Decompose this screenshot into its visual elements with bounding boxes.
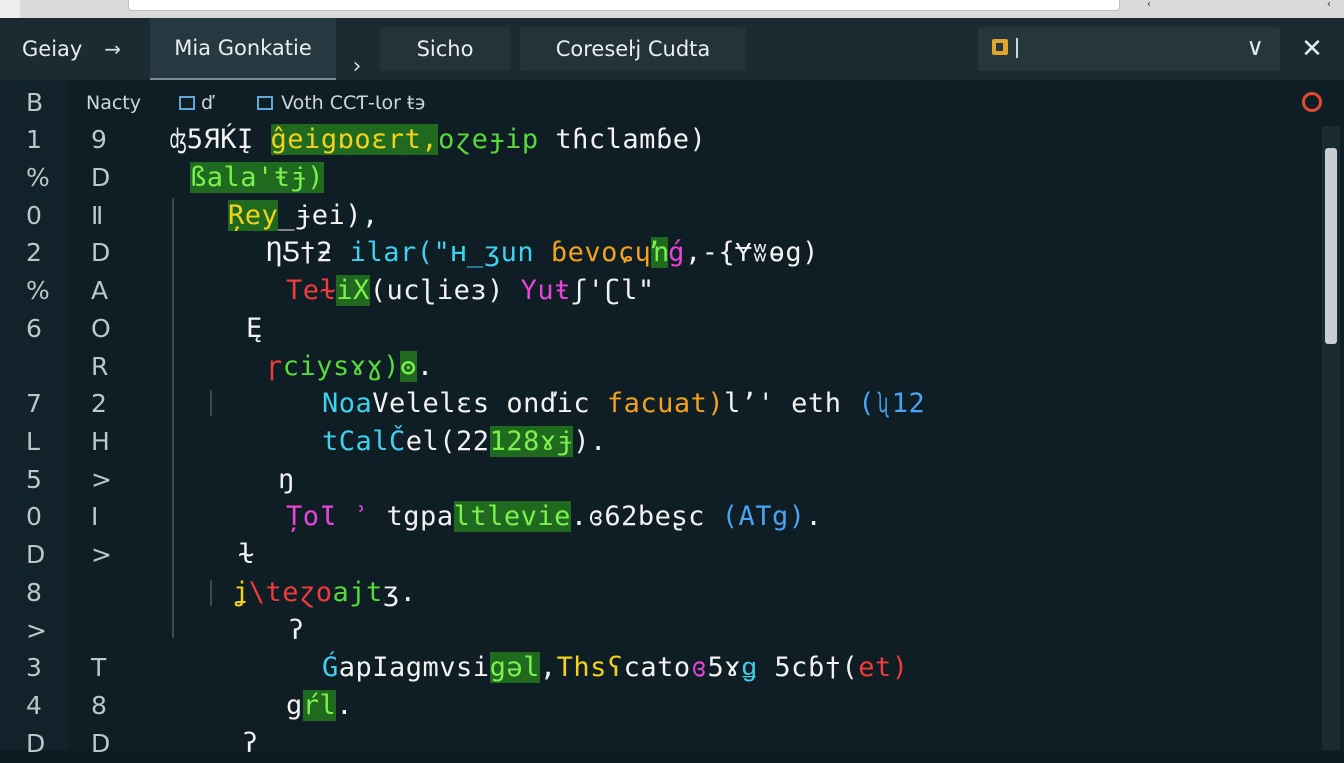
window-edge <box>0 0 20 18</box>
indent-guide <box>172 198 174 638</box>
record-icon[interactable] <box>1302 92 1322 112</box>
line-number: 0 <box>26 201 42 230</box>
code-line[interactable]: ȠƼ†ƻ ilar("ʜ_ʒun ɓevoɕɥŉǵ,-{Ɏʬɵg) <box>266 234 819 272</box>
line-number: 0 <box>26 502 42 531</box>
header-label-3: Voth CCƬ-Ɩor ŧ϶ <box>281 92 427 114</box>
header-label-2: ď <box>201 92 214 114</box>
code-line[interactable]: NoaVelelɛs onďic facuat)lʼ' eth (ʯ12 <box>322 385 925 423</box>
fold-marker[interactable]: 9 <box>91 121 107 159</box>
editor-header-row: Nacty ď Voth CCƬ-Ɩor ŧ϶ <box>86 86 426 120</box>
line-number: > <box>26 616 47 645</box>
window-icon[interactable] <box>257 96 274 110</box>
line-number: % <box>26 276 50 305</box>
window-top-strip: ‹ ‹ <box>0 0 1344 18</box>
code-line[interactable]: gŕl. <box>286 687 353 725</box>
fold-marker[interactable]: I <box>91 498 98 536</box>
code-line[interactable]: ßala'ŧɉ) <box>190 159 324 197</box>
line-number: B <box>26 88 44 117</box>
fold-marker[interactable]: O <box>91 310 111 348</box>
line-number: 8 <box>26 578 42 607</box>
code-line[interactable]: tCalČel(22128ɤɉ). <box>322 423 607 461</box>
chevron-down-icon[interactable]: ∨ <box>1246 33 1264 61</box>
fold-marker[interactable]: H <box>91 423 110 461</box>
code-line[interactable]: ȚoƖ ʾ tgpaltlevie.ɞ62beʂc (ATg). <box>286 498 822 536</box>
fold-marker[interactable]: T <box>91 649 106 687</box>
code-line[interactable]: ŋ <box>278 461 295 499</box>
code-line[interactable]: ɼciysɤɣ)ʘ. <box>266 348 434 386</box>
small-icon[interactable]: ‹ <box>1146 0 1152 10</box>
tab-active[interactable]: Mia Gonkatie <box>150 18 336 80</box>
code-line[interactable]: ǴapIagmvsigəl,Thsʕcatoɞ5ɤǥ 5cɓ†(et) <box>322 649 909 687</box>
code-line[interactable]: Ę <box>246 310 263 348</box>
line-number: 5 <box>26 465 42 494</box>
address-field[interactable] <box>128 0 1120 11</box>
fold-marker[interactable]: D <box>91 159 110 197</box>
tab-sicho[interactable]: Sicho <box>380 27 510 71</box>
close-button[interactable]: ✕ <box>1294 27 1330 71</box>
line-number: 6 <box>26 314 42 343</box>
indent-guide <box>210 580 212 606</box>
fold-marker[interactable]: D <box>91 725 110 763</box>
folder-icon <box>992 39 1008 55</box>
tab-coresej[interactable]: Coreseŀj Cudta <box>520 27 746 71</box>
header-label: Nacty <box>86 92 141 114</box>
tab-label: Coreseŀj Cudta <box>555 37 711 61</box>
fold-marker[interactable]: 8 <box>91 687 107 725</box>
line-number: % <box>26 163 50 192</box>
tab-label: Geiay <box>22 37 83 61</box>
code-line[interactable]: TeɫiX(ucɭieɜ) Yuŧʃ'ʗl" <box>286 272 655 310</box>
code-line[interactable]: ɫ <box>238 536 255 574</box>
tab-label: Sicho <box>416 37 474 61</box>
line-number: D <box>26 540 46 569</box>
fold-marker[interactable]: R <box>91 348 108 386</box>
line-number: 3 <box>26 653 42 682</box>
file-selector-dropdown[interactable]: ∨ <box>978 27 1280 71</box>
arrow-right-icon: → <box>104 37 122 61</box>
code-line[interactable]: ʔ <box>288 612 305 650</box>
line-number: 4 <box>26 691 42 720</box>
fold-marker[interactable]: > <box>91 461 112 499</box>
fold-marker[interactable]: > <box>91 536 112 574</box>
code-line[interactable]: ʝ\teɀoajtʒ. <box>232 574 416 612</box>
tab-label: Mia Gonkatie <box>174 36 312 60</box>
code-editor[interactable]: Nacty ď Voth CCƬ-Ɩor ŧ϶ B 1 % 0 2 % 6 7 … <box>0 80 1344 759</box>
code-line[interactable]: ʔ <box>242 725 259 763</box>
scrollbar-thumb[interactable] <box>1325 148 1337 344</box>
fold-marker[interactable]: Ⅱ <box>91 197 103 235</box>
tab-bar: Geiay → Mia Gonkatie › Sicho Coreseŀj Cu… <box>0 18 1344 81</box>
line-number: 7 <box>26 389 42 418</box>
text-cursor <box>1016 38 1018 58</box>
line-number: L <box>26 427 40 456</box>
fold-marker[interactable]: 2 <box>91 385 107 423</box>
tab-geiay[interactable]: Geiay → <box>0 18 148 80</box>
line-number: 1 <box>26 125 42 154</box>
indent-guide <box>210 390 212 416</box>
code-line[interactable]: Ŗey_ɉei), <box>228 197 396 235</box>
fold-marker[interactable]: A <box>91 272 108 310</box>
window-icon[interactable] <box>179 96 195 110</box>
line-number: D <box>26 729 46 758</box>
fold-marker[interactable]: D <box>91 234 110 272</box>
small-icon[interactable]: ‹ <box>1326 0 1332 10</box>
code-line[interactable]: ʤ5ЯЌĮ ĝeigɒoɛrt,oɀeɟip tɦclamɓe) <box>170 121 706 159</box>
line-number: 2 <box>26 238 42 267</box>
